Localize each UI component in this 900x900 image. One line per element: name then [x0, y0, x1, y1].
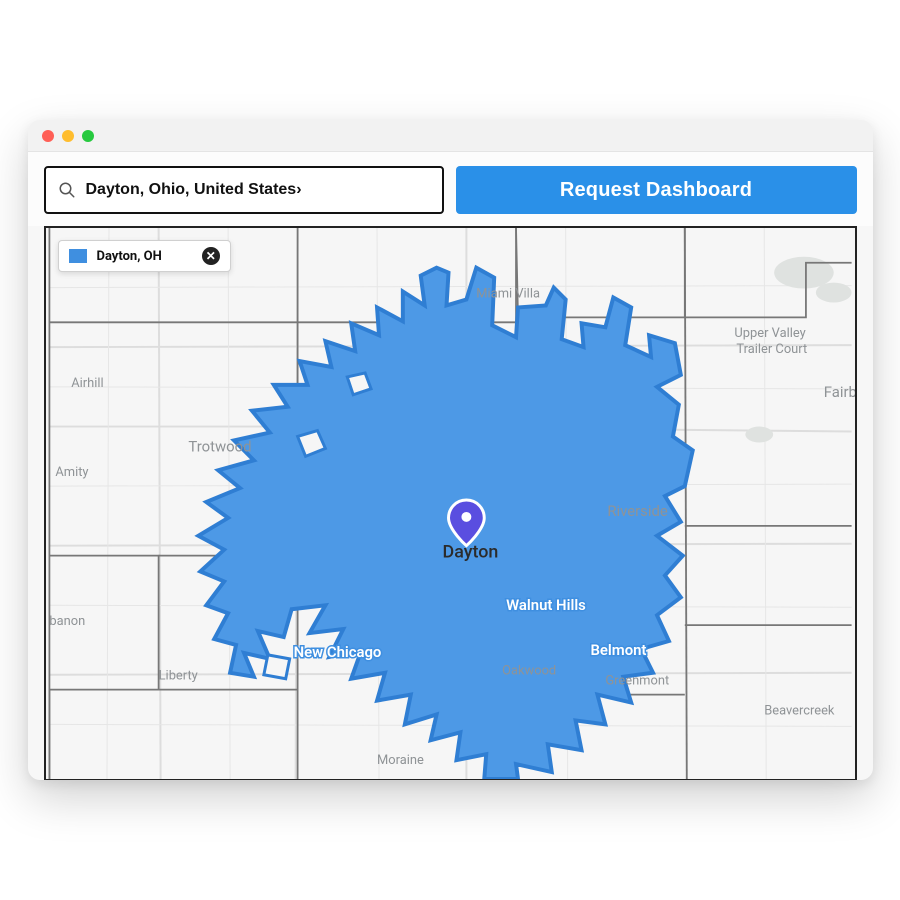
place-dayton-center: Dayton	[442, 542, 498, 563]
place-oakwood: Oakwood	[502, 664, 556, 679]
toolbar: Request Dashboard	[28, 152, 873, 226]
place-moraine: Moraine	[377, 753, 424, 768]
place-greenmont: Greenmont	[605, 674, 669, 689]
place-trotwood: Trotwood	[188, 437, 251, 455]
legend-swatch	[69, 249, 87, 263]
window-maximize-dot[interactable]	[82, 130, 94, 142]
search-box[interactable]	[44, 166, 444, 214]
window-titlebar	[28, 120, 873, 152]
place-amity: Amity	[55, 465, 88, 480]
search-input[interactable]	[86, 181, 430, 199]
map-canvas[interactable]: Airhill Amity banon Liberty Trotwood Mia…	[46, 228, 855, 779]
request-dashboard-button[interactable]: Request Dashboard	[456, 166, 857, 214]
search-icon	[58, 181, 76, 199]
place-airhill: Airhill	[71, 376, 103, 391]
window-close-dot[interactable]	[42, 130, 54, 142]
place-riverside: Riverside	[607, 502, 668, 520]
window-minimize-dot[interactable]	[62, 130, 74, 142]
place-upper-valley-1: Upper Valley	[734, 326, 805, 341]
map-container[interactable]: Airhill Amity banon Liberty Trotwood Mia…	[44, 226, 857, 780]
place-walnut-hills: Walnut Hills	[506, 596, 586, 614]
place-liberty: Liberty	[158, 669, 197, 684]
place-beavercreek: Beavercreek	[764, 703, 835, 718]
legend-label: Dayton, OH	[97, 249, 162, 264]
place-fairbo: Fairbo	[823, 383, 854, 401]
place-belmont: Belmont	[590, 641, 646, 659]
legend-chip: Dayton, OH ✕	[58, 240, 231, 272]
place-miami-villa: Miami Villa	[476, 286, 540, 301]
place-upper-valley-2: Trailer Court	[736, 342, 807, 357]
place-banon: banon	[49, 614, 85, 629]
legend-close-icon[interactable]: ✕	[202, 247, 220, 265]
browser-window: Request Dashboard	[28, 120, 873, 780]
place-new-chicago: New Chicago	[293, 643, 381, 661]
